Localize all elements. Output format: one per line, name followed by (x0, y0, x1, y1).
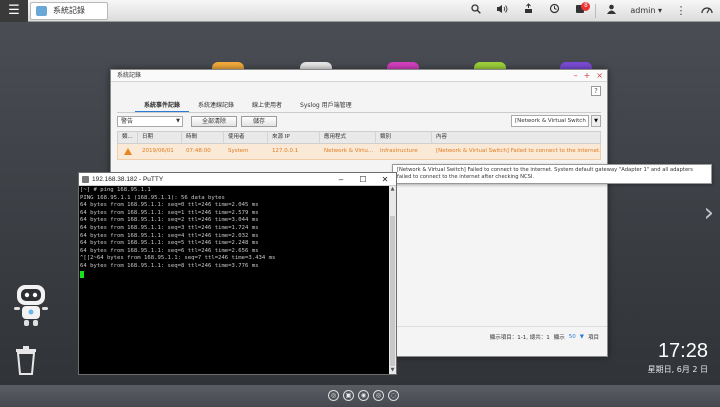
save-button[interactable]: 儲存 (241, 116, 277, 127)
putty-icon (82, 176, 89, 183)
terminal-line: 64 bytes from 168.95.1.1: seq=3 ttl=246 … (80, 224, 259, 231)
column-header[interactable]: 來源 IP (268, 132, 320, 143)
column-header[interactable]: 時間 (182, 132, 224, 143)
notification-icon[interactable]: 8 (567, 0, 593, 22)
chevron-right-icon[interactable]: › (704, 200, 714, 226)
window-title: 系統記錄 (111, 70, 607, 82)
sync-icon[interactable] (541, 0, 567, 22)
close-button[interactable]: ✕ (374, 173, 396, 186)
warning-icon (118, 144, 138, 159)
column-header[interactable]: 類... (118, 132, 138, 143)
filter-dropdown-icon[interactable]: ▼ (591, 115, 601, 127)
column-header[interactable]: 應用程式 (320, 132, 376, 143)
terminal-output[interactable]: [~] # ping 168.95.1.1 PING 168.95.1.1 (16… (79, 186, 389, 374)
cell-date: 2019/06/01 (142, 148, 174, 154)
clear-all-button[interactable]: 全部清除 (191, 116, 237, 127)
minimize-button[interactable]: – (330, 173, 352, 186)
column-header[interactable]: 使用者 (224, 132, 268, 143)
column-header[interactable]: 類別 (376, 132, 432, 143)
cell-source-ip: 127.0.0.1 (272, 148, 299, 154)
top-taskbar: ☰ 系統記錄 8 admin ▾ ⋮ (0, 0, 720, 22)
content-tooltip: [Network & Virtual Switch] Failed to con… (392, 164, 712, 184)
terminal-line: 64 bytes from 168.95.1.1: seq=0 ttl=246 … (80, 202, 259, 209)
table-row[interactable]: 2019/06/01 07:48:00 System 127.0.0.1 Net… (117, 144, 601, 160)
column-header[interactable]: 日期 (138, 132, 182, 143)
dock-button-icon[interactable]: ▣ (343, 390, 354, 401)
terminal-line: 64 bytes from 168.95.1.1: seq=6 ttl=246 … (80, 247, 259, 254)
volume-icon[interactable] (489, 0, 515, 22)
chevron-down-icon[interactable]: ▼ (580, 334, 584, 340)
bottom-dock-bar: ◎ ▣ ◉ ◎ ◌ (0, 385, 720, 407)
user-menu[interactable]: admin ▾ (624, 0, 668, 22)
scroll-up-icon[interactable]: ▲ (389, 186, 396, 193)
severity-select[interactable]: 警告 ▼ (117, 116, 183, 127)
terminal-line: [~] # ping 168.95.1.1 (80, 187, 151, 193)
maximize-button[interactable]: + (584, 70, 591, 82)
terminal-line: PING 168.95.1.1 (168.95.1.1): 56 data by… (80, 194, 225, 201)
column-header[interactable]: 內容 (432, 132, 600, 143)
desktop-clock: 17:28 (657, 340, 708, 362)
cell-time: 07:48:00 (186, 148, 211, 154)
scroll-down-icon[interactable]: ▼ (389, 367, 396, 374)
table-header: 類... 日期 時間 使用者 來源 IP 應用程式 類別 內容 (117, 131, 601, 144)
terminal-scrollbar[interactable]: ▲ ▼ (389, 186, 396, 374)
cell-user: System (228, 148, 249, 154)
taskbar-tab-label: 系統記錄 (53, 6, 85, 15)
scrollbar-thumb[interactable] (390, 216, 395, 366)
trash-icon[interactable] (13, 345, 39, 375)
taskbar-divider (595, 4, 597, 18)
cell-category: Infrastructure (380, 148, 418, 154)
terminal-line: 64 bytes from 168.95.1.1: seq=2 ttl=246 … (80, 217, 259, 224)
putty-titlebar: 192.168.38.182 - PuTTY – ☐ ✕ (79, 173, 396, 186)
terminal-line: 64 bytes from 168.95.1.1: seq=1 ttl=246 … (80, 209, 259, 216)
terminal-line: 64 bytes from 168.95.1.1: seq=8 ttl=246 … (80, 262, 259, 269)
putty-title: 192.168.38.182 - PuTTY (92, 176, 164, 183)
help-icon[interactable]: ? (591, 86, 601, 96)
items-unit-label: 項目 (587, 335, 599, 341)
notification-badge: 8 (581, 2, 591, 11)
dock-button-icon[interactable]: ◎ (373, 390, 384, 401)
remote-access-icon[interactable] (515, 0, 541, 22)
maximize-button[interactable]: ☐ (352, 173, 374, 186)
cell-application: Network & Virtu... (324, 148, 374, 154)
robot-assistant-icon[interactable] (10, 283, 52, 327)
search-icon[interactable] (463, 0, 489, 22)
per-page-select[interactable]: 50 (569, 334, 576, 340)
terminal-line: 64 bytes from 168.95.1.1: seq=4 ttl=246 … (80, 232, 259, 239)
severity-select-value: 警告 (121, 118, 134, 125)
minimize-button[interactable]: – (574, 70, 578, 82)
desktop-date: 星期日, 6月 2 日 (647, 365, 708, 374)
menu-icon[interactable]: ☰ (0, 0, 28, 22)
dock-button-icon[interactable]: ◌ (388, 390, 399, 401)
terminal-cursor (80, 270, 84, 278)
putty-window: 192.168.38.182 - PuTTY – ☐ ✕ [~] # ping … (78, 172, 397, 375)
filter-input[interactable]: [Network & Virtual Switch (511, 115, 589, 127)
per-page-label: 顯示 (553, 335, 565, 341)
cell-content: [Network & Virtual Switch] Failed to con… (436, 148, 600, 154)
terminal-line: 64 bytes from 168.95.1.1: seq=5 ttl=246 … (80, 240, 259, 247)
user-icon[interactable] (598, 0, 624, 22)
taskbar-tab-system-log[interactable]: 系統記錄 (30, 2, 108, 20)
terminal-line: ^[[2~64 bytes from 168.95.1.1: seq=7 ttl… (80, 255, 276, 262)
dashboard-icon[interactable] (694, 0, 720, 22)
dock-button-icon[interactable]: ◎ (328, 390, 339, 401)
close-button[interactable]: × (596, 70, 603, 82)
event-log-table: 類... 日期 時間 使用者 來源 IP 應用程式 類別 內容 2019/06/… (117, 131, 601, 160)
more-options-icon[interactable]: ⋮ (668, 0, 694, 22)
display-items-label: 顯示項目：1-1, 總共：1 (489, 335, 550, 341)
chevron-down-icon: ▼ (176, 118, 180, 124)
dock-button-icon[interactable]: ◉ (358, 390, 369, 401)
tab-divider (117, 112, 601, 113)
system-log-icon (36, 6, 47, 16)
